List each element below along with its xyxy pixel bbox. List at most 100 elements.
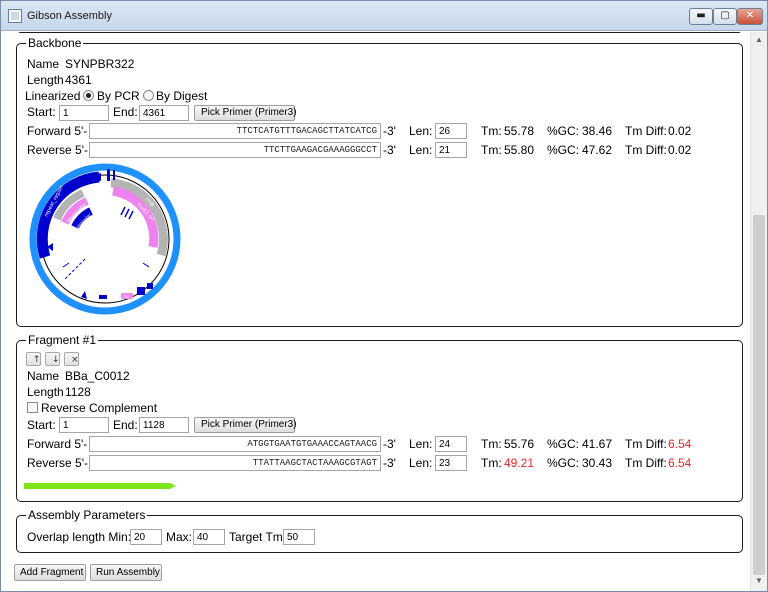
backbone-start-input[interactable] [59, 105, 109, 121]
window-title: Gibson Assembly [27, 10, 112, 22]
scroll-up-arrow-icon[interactable]: ▲ [751, 32, 767, 48]
reverse-complement-label: Reverse Complement [41, 401, 158, 415]
by-pcr-label: By PCR [97, 89, 140, 103]
scroll-thumb[interactable] [753, 215, 765, 575]
fragment-name-value: BBa_C0012 [65, 369, 130, 383]
run-assembly-button[interactable]: Run Assembly [90, 564, 162, 581]
by-digest-label: By Digest [156, 89, 208, 103]
close-button[interactable]: ✕ [737, 8, 763, 25]
fragment-reverse-tmdiff-label: Tm Diff: [625, 456, 667, 470]
backbone-forward-sequence-input[interactable] [89, 123, 381, 139]
previous-section-edge [16, 32, 743, 33]
fragment-forward-len-input[interactable] [435, 436, 467, 452]
title-bar: Gibson Assembly ▬ ▢ ✕ [1, 1, 767, 31]
site-marker [62, 262, 70, 268]
move-down-button[interactable]: ↓ [45, 352, 60, 366]
backbone-reverse-tmdiff-label: Tm Diff: [625, 143, 667, 157]
backbone-end-label: End: [113, 105, 138, 119]
feature-arrow-icon [81, 291, 87, 299]
backbone-name-label: Name [27, 57, 60, 71]
bottom-feature [137, 287, 145, 295]
reverse-complement-checkbox[interactable] [27, 402, 38, 413]
backbone-reverse-gc-value: 47.62 [582, 143, 613, 157]
backbone-reverse-tm-value: 55.80 [504, 143, 535, 157]
overlap-min-input[interactable] [130, 529, 162, 545]
fragment-reverse-sequence-input[interactable] [89, 455, 381, 471]
fragment-forward-tmdiff-value: 6.54 [668, 437, 692, 451]
fragment-start-input[interactable] [59, 417, 109, 433]
assembly-parameters-legend: Assembly Parameters [28, 508, 146, 522]
fragment-map-bar[interactable] [24, 482, 177, 490]
site-marker [142, 262, 150, 268]
fragment-end-input[interactable] [139, 417, 189, 433]
backbone-forward-tmdiff-label: Tm Diff: [625, 124, 667, 138]
overlap-min-label: Overlap length Min: [27, 530, 132, 544]
by-pcr-radio[interactable] [83, 90, 94, 101]
fragment-reverse-tm-label: Tm: [481, 456, 502, 470]
vertical-scrollbar[interactable]: ▲ ▼ [750, 32, 767, 591]
fragment-length-label: Length [27, 385, 64, 399]
backbone-forward-gc-label: %GC: [547, 124, 580, 138]
backbone-reverse-sequence-input[interactable] [89, 142, 381, 158]
backbone-forward-len-input[interactable] [435, 123, 467, 139]
fragment-reverse-suffix: -3' [383, 456, 396, 470]
by-digest-radio[interactable] [143, 90, 154, 101]
backbone-reverse-gc-label: %GC: [547, 143, 580, 157]
minimize-button[interactable]: ▬ [689, 8, 713, 25]
backbone-reverse-tm-label: Tm: [481, 143, 502, 157]
fragment-forward-len-label: Len: [409, 437, 433, 451]
fragment-forward-sequence-input[interactable] [89, 436, 381, 452]
app-window: Gibson Assembly ▬ ▢ ✕ ▲ ▼ Backbone Name … [0, 0, 768, 592]
backbone-forward-gc-value: 38.46 [582, 124, 613, 138]
fragment-name-label: Name [27, 369, 60, 383]
fragment-pick-primer-button[interactable]: Pick Primer (Primer3) [194, 417, 297, 433]
feature-tick [113, 170, 115, 180]
overlap-max-input[interactable] [193, 529, 225, 545]
fragment-reverse-gc-value: 30.43 [582, 456, 613, 470]
backbone-pick-primer-button[interactable]: Pick Primer (Primer3) [194, 105, 297, 121]
backbone-name-value: SYNPBR322 [65, 57, 135, 71]
remove-fragment-button[interactable]: × [64, 352, 79, 366]
backbone-length-label: Length [27, 73, 64, 87]
fragment-end-label: End: [113, 418, 138, 432]
site-marker [120, 206, 126, 216]
backbone-reverse-label: Reverse 5'- [27, 143, 88, 157]
fragment-forward-tm-value: 55.76 [504, 437, 535, 451]
fragment-reverse-len-input[interactable] [435, 455, 467, 471]
move-up-button[interactable]: ↑ [26, 352, 41, 366]
target-tm-input[interactable] [283, 529, 315, 545]
backbone-reverse-len-input[interactable] [435, 142, 467, 158]
fragment-reverse-tm-value: 49.21 [504, 456, 535, 470]
backbone-start-label: Start: [27, 105, 56, 119]
fragment-reverse-label: Reverse 5'- [27, 456, 88, 470]
backbone-reverse-suffix: -3' [383, 143, 396, 157]
fragment-reverse-gc-label: %GC: [547, 456, 580, 470]
overlap-max-label: Max: [166, 530, 193, 544]
add-fragment-button[interactable]: Add Fragment [14, 564, 86, 581]
app-icon [8, 9, 22, 23]
backbone-end-input[interactable] [139, 105, 189, 121]
fragment-reverse-tmdiff-value: 6.54 [668, 456, 692, 470]
plasmid-map[interactable]: repeat_region rrnB ColE1 ori terminator … [25, 159, 185, 319]
fragment-start-label: Start: [27, 418, 56, 432]
fragment-forward-label: Forward 5'- [27, 437, 88, 451]
fragment-feature-arrow [24, 483, 176, 489]
backbone-forward-label: Forward 5'- [27, 124, 88, 138]
backbone-forward-tmdiff-value: 0.02 [668, 124, 692, 138]
backbone-forward-tm-value: 55.78 [504, 124, 535, 138]
site-marker [128, 210, 134, 220]
fragment-length-value: 1128 [65, 385, 91, 399]
bottom-feature [147, 283, 153, 289]
backbone-length-value: 4361 [65, 73, 92, 87]
backbone-forward-suffix: -3' [383, 124, 396, 138]
backbone-legend: Backbone [28, 36, 82, 50]
site-marker [124, 208, 130, 218]
target-tm-label: Target Tm [229, 530, 283, 544]
scroll-down-arrow-icon[interactable]: ▼ [751, 573, 767, 589]
fragment-forward-suffix: -3' [383, 437, 396, 451]
fragment-reverse-len-label: Len: [409, 456, 433, 470]
fragment-forward-gc-value: 41.67 [582, 437, 613, 451]
maximize-button[interactable]: ▢ [713, 8, 737, 25]
fragment-legend: Fragment #1 [28, 333, 97, 347]
fragment-forward-tm-label: Tm: [481, 437, 502, 451]
